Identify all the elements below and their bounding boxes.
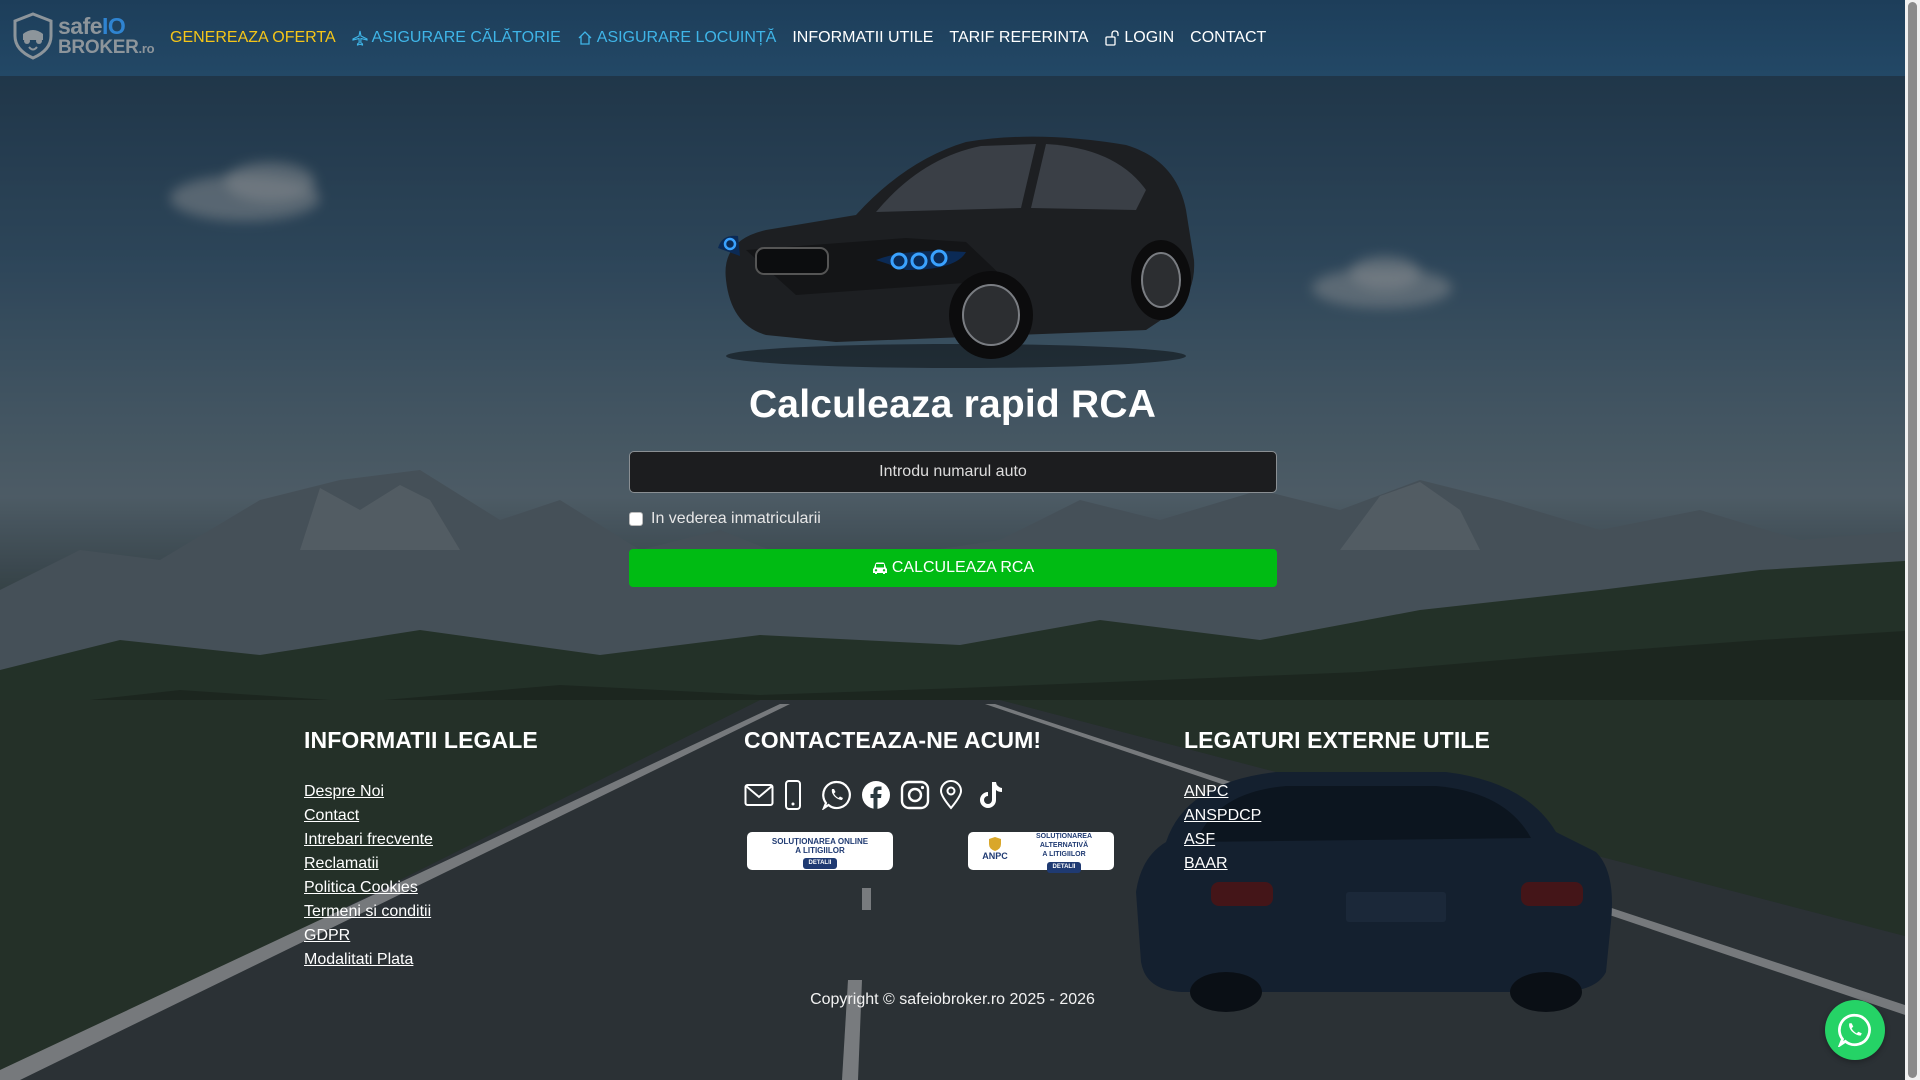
unlock-icon: [1105, 30, 1120, 46]
navbar: safeIO BROKER.ro GENEREAZA OFERTA ASIGUR…: [0, 0, 1905, 76]
nav-item-label: GENEREAZA OFERTA: [170, 29, 336, 46]
nav-item-contact[interactable]: CONTACT: [1190, 29, 1266, 47]
footer-link-modalitati-plata[interactable]: Modalitati Plata: [304, 948, 538, 972]
external-link-asf[interactable]: ASF: [1184, 828, 1490, 852]
footer-contact-column: CONTACTEAZA-NE ACUM! SOLUȚIONAREA ONLINE…: [744, 727, 1114, 873]
footer-link-contact[interactable]: Contact: [304, 804, 538, 828]
nav-item-genereaza-oferta[interactable]: GENEREAZA OFERTA: [170, 29, 336, 47]
shield-logo-icon: [13, 12, 53, 60]
footer-link-reclamatii[interactable]: Reclamatii: [304, 852, 538, 876]
badge-alternative-dispute[interactable]: ANPC SOLUȚIONAREA ALTERNATIVĂ A LITIGIIL…: [968, 832, 1114, 873]
badge-online-line1: SOLUȚIONAREA ONLINE: [771, 837, 869, 846]
footer-link-intrebari-frecvente[interactable]: Intrebari frecvente: [304, 828, 538, 852]
tiktok-icon[interactable]: [978, 779, 1017, 811]
calculate-rca-button[interactable]: CALCULEAZA RCA: [629, 549, 1277, 587]
badge-alt-detail: DETALII: [1046, 861, 1082, 873]
main-nav: GENEREAZA OFERTA ASIGURARE CĂLĂTORIE ASI…: [170, 0, 1282, 76]
external-link-baar[interactable]: BAAR: [1184, 852, 1490, 876]
car-icon: [872, 562, 887, 574]
envelope-icon[interactable]: [744, 779, 783, 811]
nav-item-label: LOGIN: [1124, 29, 1175, 46]
external-heading: LEGATURI EXTERNE UTILE: [1184, 727, 1490, 753]
nav-item-label: TARIF REFERINTA: [949, 29, 1089, 46]
brand-name-suffix: .ro: [138, 41, 155, 56]
nav-item-label: INFORMATII UTILE: [792, 29, 934, 46]
location-pin-icon[interactable]: [939, 779, 978, 811]
footer-link-gdpr[interactable]: GDPR: [304, 924, 538, 948]
footer-legal-column: INFORMATII LEGALE Despre Noi Contact Int…: [304, 727, 538, 972]
nav-item-label: ASIGURARE CĂLĂTORIE: [371, 29, 561, 46]
anpc-seal: ANPC: [972, 836, 1018, 866]
copyright: Copyright © safeiobroker.ro 2025 - 2026: [810, 991, 1095, 1008]
plate-number-input[interactable]: [629, 451, 1277, 493]
contact-heading: CONTACTEAZA-NE ACUM!: [744, 727, 1042, 753]
footer-link-termeni-conditii[interactable]: Termeni si conditii: [304, 900, 538, 924]
whatsapp-icon[interactable]: [822, 779, 861, 811]
registration-checkbox[interactable]: [629, 512, 643, 526]
footer-link-despre-noi[interactable]: Despre Noi: [304, 780, 538, 804]
phone-icon[interactable]: [783, 779, 822, 811]
brand-name-part2: IO: [102, 13, 126, 39]
anpc-seal-text: ANPC: [982, 851, 1008, 861]
hero-car-image: [718, 136, 1195, 368]
registration-checkbox-row[interactable]: In vederea inmatricularii: [629, 510, 821, 528]
whatsapp-icon: [1838, 1013, 1871, 1047]
page-scrollbar[interactable]: [1905, 0, 1920, 1080]
dispute-badges: SOLUȚIONAREA ONLINE A LITIGIILOR DETALII…: [744, 832, 1114, 873]
social-icons: [744, 779, 1114, 811]
nav-item-login[interactable]: LOGIN: [1104, 29, 1174, 47]
home-icon: [578, 31, 592, 45]
instagram-icon[interactable]: [900, 779, 939, 811]
brand-name-part1: safe: [58, 13, 103, 39]
scrollbar-thumb[interactable]: [1908, 2, 1917, 1078]
external-links: ANPC ANSPDCP ASF BAAR: [1184, 780, 1490, 876]
brand-logo[interactable]: safeIO BROKER.ro: [12, 12, 155, 60]
badge-online-line2: A LITIGIILOR: [795, 846, 845, 855]
external-link-anpc[interactable]: ANPC: [1184, 780, 1490, 804]
page-title: Calculeaza rapid RCA: [748, 383, 1157, 426]
badge-alt-line1: SOLUȚIONAREA ALTERNATIVĂ: [1036, 832, 1092, 849]
nav-item-informatii-utile[interactable]: INFORMATII UTILE: [792, 29, 933, 47]
nav-item-label: ASIGURARE LOCUINȚĂ: [596, 29, 777, 46]
brand-wordmark: safeIO BROKER.ro: [58, 13, 155, 58]
nav-item-asigurare-calatorie[interactable]: ASIGURARE CĂLĂTORIE: [352, 29, 561, 47]
legal-links: Despre Noi Contact Intrebari frecvente R…: [304, 780, 538, 972]
brand-name-part3: BROKER: [58, 37, 139, 58]
facebook-icon[interactable]: [861, 779, 900, 811]
nav-item-tarif-referinta[interactable]: TARIF REFERINTA: [949, 29, 1088, 47]
badge-online-detail: DETALII: [802, 858, 838, 869]
nav-item-asigurare-locuinta[interactable]: ASIGURARE LOCUINȚĂ: [577, 29, 777, 47]
nav-item-label: CONTACT: [1190, 29, 1267, 46]
badge-online-dispute[interactable]: SOLUȚIONAREA ONLINE A LITIGIILOR DETALII: [747, 832, 893, 870]
footer-external-column: LEGATURI EXTERNE UTILE ANPC ANSPDCP ASF …: [1184, 727, 1490, 876]
anpc-seal-icon: [989, 837, 1001, 851]
external-link-anspdcp[interactable]: ANSPDCP: [1184, 804, 1490, 828]
registration-checkbox-label: In vederea inmatricularii: [651, 510, 821, 527]
calculate-rca-label: CALCULEAZA RCA: [891, 559, 1035, 576]
badge-alt-line2: A LITIGIILOR: [1042, 850, 1086, 858]
legal-heading: INFORMATII LEGALE: [304, 727, 538, 753]
plane-icon: [352, 30, 368, 46]
footer-link-politica-cookies[interactable]: Politica Cookies: [304, 876, 538, 900]
whatsapp-float-button[interactable]: [1825, 1000, 1885, 1060]
